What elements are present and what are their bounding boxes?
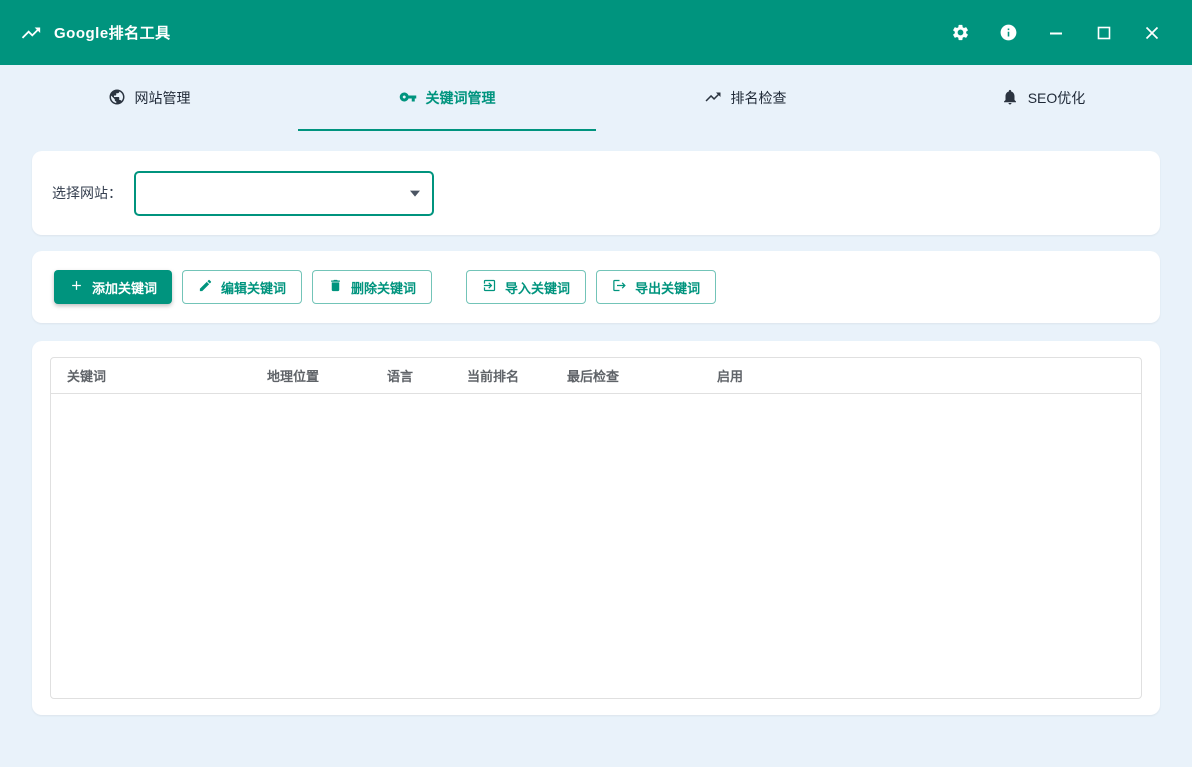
minimize-icon xyxy=(1049,26,1063,40)
column-header-keyword: 关键词 xyxy=(51,366,251,385)
add-keyword-button[interactable]: 添加关键词 xyxy=(54,270,172,304)
tab-label: 网站管理 xyxy=(135,88,191,108)
site-selector-card: 选择网站： xyxy=(32,151,1160,235)
maximize-icon xyxy=(1097,26,1111,40)
export-keywords-button[interactable]: 导出关键词 xyxy=(596,270,716,304)
plus-icon xyxy=(69,278,84,296)
info-icon xyxy=(999,23,1018,42)
export-icon xyxy=(612,278,627,296)
key-icon xyxy=(399,88,417,109)
keyword-table-body-empty xyxy=(51,394,1141,698)
globe-icon xyxy=(108,88,126,109)
import-keywords-button[interactable]: 导入关键词 xyxy=(466,270,586,304)
tab-seo-optimization[interactable]: SEO优化 xyxy=(894,67,1192,131)
close-button[interactable] xyxy=(1132,13,1172,53)
delete-keyword-button[interactable]: 删除关键词 xyxy=(312,270,432,304)
seo-bell-icon xyxy=(1001,88,1019,109)
tab-label: 关键词管理 xyxy=(426,88,496,108)
tab-label: SEO优化 xyxy=(1028,88,1086,108)
column-header-language: 语言 xyxy=(371,366,451,385)
main-tabs: 网站管理 关键词管理 排名检查 SEO优化 xyxy=(0,67,1192,131)
button-label: 编辑关键词 xyxy=(221,278,286,297)
edit-keyword-button[interactable]: 编辑关键词 xyxy=(182,270,302,304)
tab-label: 排名检查 xyxy=(731,88,787,108)
minimize-button[interactable] xyxy=(1036,13,1076,53)
maximize-button[interactable] xyxy=(1084,13,1124,53)
trash-icon xyxy=(328,278,343,296)
button-label: 导出关键词 xyxy=(635,278,700,297)
chevron-down-icon xyxy=(410,191,420,197)
tab-keyword-management[interactable]: 关键词管理 xyxy=(298,67,596,131)
trending-up-icon xyxy=(704,88,722,109)
trending-up-logo-icon xyxy=(20,22,42,44)
button-label: 导入关键词 xyxy=(505,278,570,297)
keyword-table-header-row: 关键词 地理位置 语言 当前排名 最后检查 启用 xyxy=(51,358,1141,394)
column-header-last-check: 最后检查 xyxy=(551,366,701,385)
pencil-icon xyxy=(198,278,213,296)
column-header-location: 地理位置 xyxy=(251,366,371,385)
keyword-toolbar-card: 添加关键词 编辑关键词 删除关键词 导入关键词 导出关键词 xyxy=(32,251,1160,323)
keyword-table-card: 关键词 地理位置 语言 当前排名 最后检查 启用 xyxy=(32,341,1160,715)
button-label: 添加关键词 xyxy=(92,278,157,297)
info-button[interactable] xyxy=(988,13,1028,53)
keyword-table: 关键词 地理位置 语言 当前排名 最后检查 启用 xyxy=(50,357,1142,699)
close-icon xyxy=(1145,26,1159,40)
settings-button[interactable] xyxy=(940,13,980,53)
tab-rank-check[interactable]: 排名检查 xyxy=(596,67,894,131)
column-header-enabled: 启用 xyxy=(701,366,1141,385)
column-header-rank: 当前排名 xyxy=(451,366,551,385)
site-select-dropdown[interactable] xyxy=(134,171,434,216)
site-selector-label: 选择网站： xyxy=(52,183,122,203)
app-title: Google排名工具 xyxy=(54,22,171,43)
button-label: 删除关键词 xyxy=(351,278,416,297)
titlebar: Google排名工具 xyxy=(0,0,1192,65)
tab-site-management[interactable]: 网站管理 xyxy=(0,67,298,131)
import-icon xyxy=(482,278,497,296)
gear-icon xyxy=(951,23,970,42)
